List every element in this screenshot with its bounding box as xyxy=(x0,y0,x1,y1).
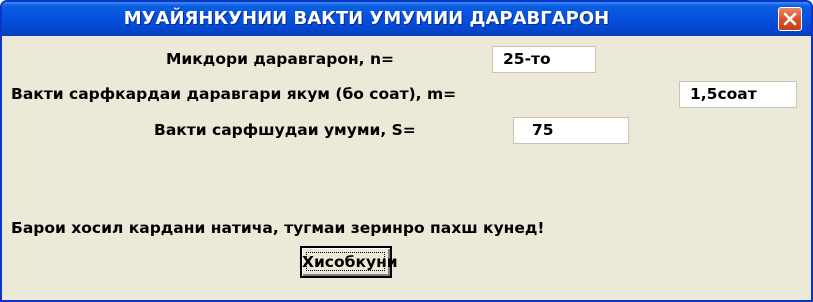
s-label: Вакти сарфшудаи умуми, S= xyxy=(154,121,416,139)
close-button[interactable] xyxy=(778,7,802,31)
app-window: МУАЙЯНКУНИИ ВАКТИ УМУМИИ ДАРАВГАРОН Микд… xyxy=(0,0,813,302)
m-value-field[interactable]: 1,5соат xyxy=(679,81,797,108)
instruction-text: Барои хосил кардани натича, тугмаи зерин… xyxy=(11,219,545,237)
m-label: Вакти сарфкардаи даравгари якум (бо соат… xyxy=(11,85,457,103)
window-title: МУАЙЯНКУНИИ ВАКТИ УМУМИИ ДАРАВГАРОН xyxy=(123,8,610,29)
close-icon xyxy=(783,12,797,26)
s-value-field[interactable]: 75 xyxy=(513,117,629,144)
title-bar[interactable]: МУАЙЯНКУНИИ ВАКТИ УМУМИИ ДАРАВГАРОН xyxy=(2,2,811,36)
calculate-button[interactable]: Хисобкуни xyxy=(300,246,398,278)
n-value-field[interactable]: 25-то xyxy=(492,46,596,73)
calculate-button-label: Хисобкуни xyxy=(302,253,398,271)
n-label: Микдори даравгарон, n= xyxy=(166,50,394,68)
dialog-body: Микдори даравгарон, n= 25-то Вакти сарфк… xyxy=(2,36,811,300)
